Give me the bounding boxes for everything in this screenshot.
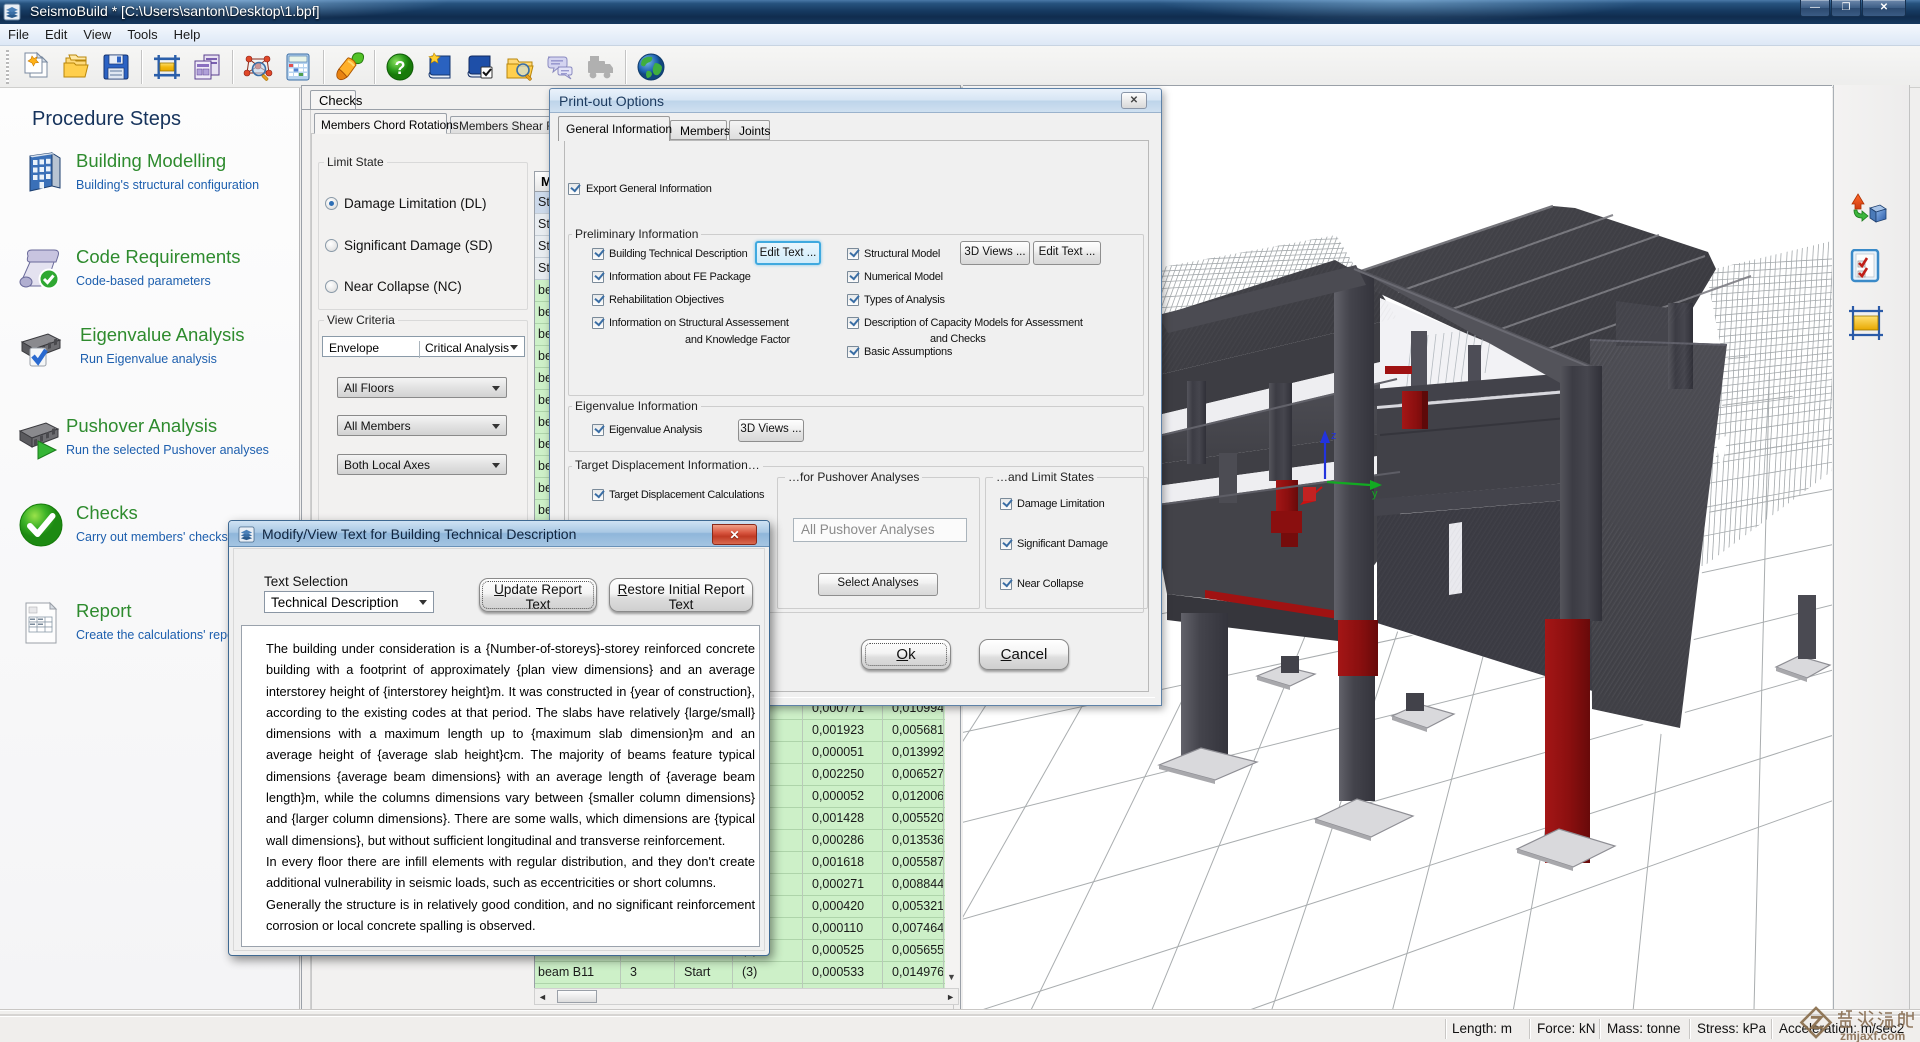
svg-text:y: y xyxy=(1372,488,1378,500)
svg-text:?: ? xyxy=(395,58,406,78)
svg-text:z: z xyxy=(1331,430,1337,442)
